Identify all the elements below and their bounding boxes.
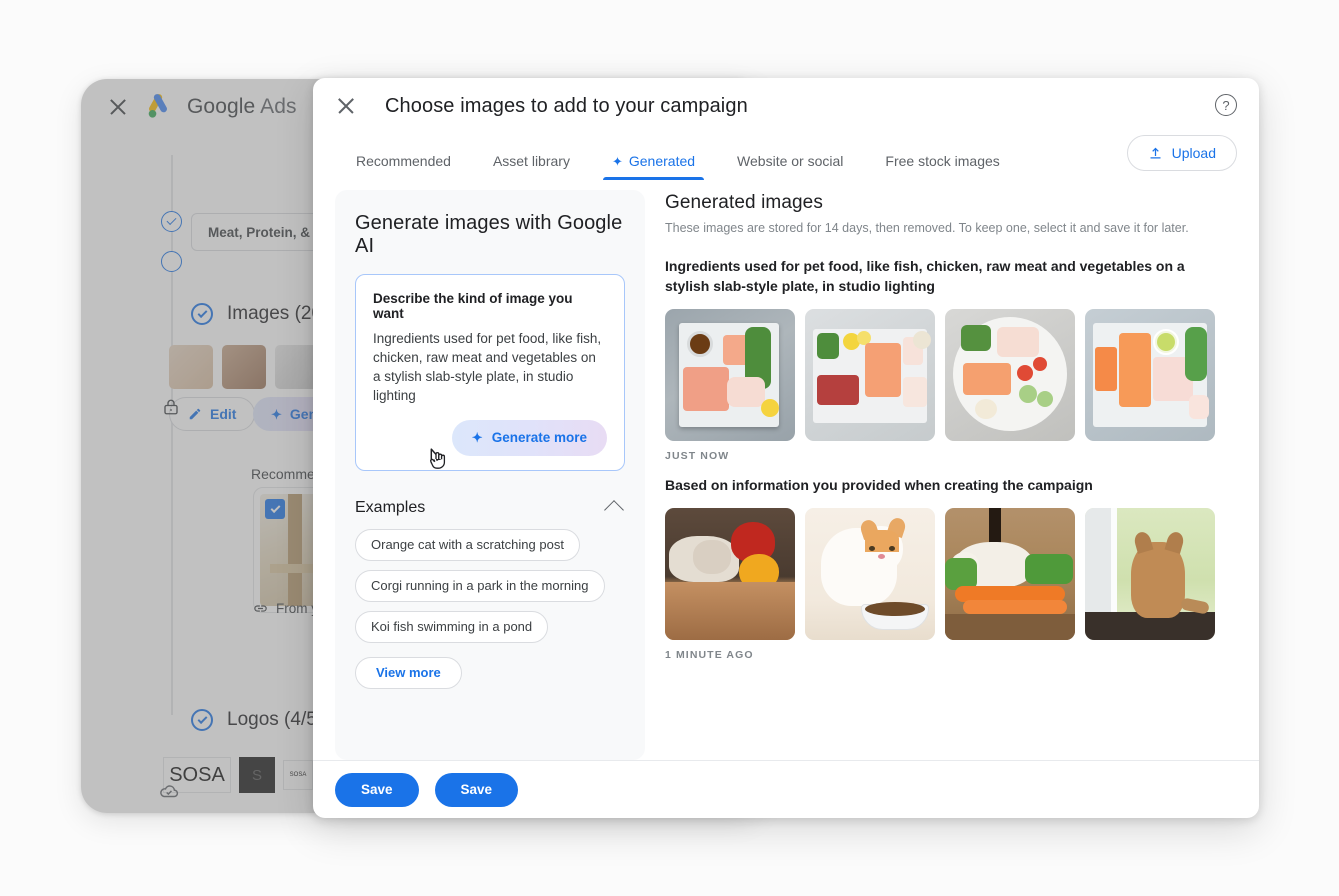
prompt-input[interactable]: Ingredients used for pet food, like fish… (373, 329, 607, 406)
prompt-card[interactable]: Describe the kind of image you want Ingr… (355, 274, 625, 471)
generated-image-4[interactable] (1085, 308, 1215, 441)
link-icon (254, 605, 267, 612)
lock-icon (164, 399, 178, 415)
generated-image-5[interactable] (665, 507, 795, 640)
ads-title: Google Ads (187, 95, 297, 119)
tab-label: Recommended (356, 153, 451, 169)
generate-panel: Generate images with Google AI Describe … (335, 190, 645, 760)
tab-label: Website or social (737, 153, 844, 169)
close-icon[interactable] (107, 96, 129, 118)
example-chip-2[interactable]: Corgi running in a park in the morning (355, 569, 605, 602)
generated-image-3[interactable] (945, 308, 1075, 441)
logo-item[interactable]: SOSA (283, 760, 313, 790)
logo-item-text: SOSA (289, 772, 307, 778)
sparkle-icon: ✦ (271, 406, 282, 422)
generated-image-row-2 (665, 507, 1237, 640)
examples-header: Examples (355, 498, 625, 520)
prompt-label: Describe the kind of image you want (373, 291, 573, 321)
tab-recommended[interactable]: Recommended (335, 153, 472, 180)
save-button-primary[interactable]: Save (335, 772, 419, 807)
choose-images-dialog: Choose images to add to your campaign ? … (313, 78, 1259, 818)
tab-free-stock-images[interactable]: Free stock images (864, 153, 1020, 180)
tab-label: Asset library (492, 153, 570, 169)
generated-image-1[interactable] (665, 308, 795, 441)
tab-generated[interactable]: ✦ Generated (591, 153, 716, 180)
tab-website-or-social[interactable]: Website or social (716, 153, 864, 180)
example-chip-3[interactable]: Koi fish swimming in a pond (355, 610, 549, 643)
view-more-label: View more (376, 665, 441, 681)
ads-title-bold: Google (187, 95, 256, 118)
sparkle-icon: ✦ (611, 153, 623, 169)
check-circle-icon (191, 709, 213, 731)
logos-section-label: Logos (4/5) (227, 709, 324, 730)
generated-images-panel: Generated images These images are stored… (665, 190, 1237, 760)
example-chip-label: Koi fish swimming in a pond (371, 619, 533, 635)
check-circle-icon (191, 303, 213, 325)
examples-list: Orange cat with a scratching post Corgi … (355, 528, 625, 698)
example-chip-label: Corgi running in a park in the morning (371, 578, 589, 594)
dialog-title: Choose images to add to your campaign (385, 94, 748, 117)
close-icon[interactable] (335, 95, 357, 117)
example-chip-1[interactable]: Orange cat with a scratching post (355, 528, 580, 561)
mouse-cursor-pointer (430, 448, 446, 469)
group-timestamp-1: JUST NOW (665, 449, 730, 462)
upload-button[interactable]: Upload (1126, 135, 1237, 171)
generated-images-subtitle: These images are stored for 14 days, the… (665, 221, 1189, 235)
logos-section-header: Logos (4/5) (191, 709, 323, 731)
screen: Google Ads Meat, Protein, & Vita Images … (0, 0, 1339, 896)
generated-image-2[interactable] (805, 308, 935, 441)
generate-more-label: Generate more (491, 430, 587, 446)
help-circle-icon[interactable]: ? (1215, 94, 1237, 116)
generated-image-row-1 (665, 308, 1237, 441)
group-heading-1: Ingredients used for pet food, like fish… (665, 258, 1185, 294)
generated-images-title: Generated images (665, 192, 823, 213)
group-heading-2: Based on information you provided when c… (665, 476, 1093, 493)
generate-more-row: ✦ Generate more (373, 419, 607, 469)
dialog-body: Generate images with Google AI Describe … (313, 180, 1259, 760)
dialog-header: Choose images to add to your campaign ? (313, 78, 1259, 134)
chevron-up-icon[interactable] (604, 499, 624, 520)
logo-item-text: S (251, 766, 262, 784)
dialog-footer: Save Save (313, 760, 1259, 818)
generated-image-7[interactable] (945, 507, 1075, 640)
generate-more-button[interactable]: ✦ Generate more (451, 419, 607, 456)
generate-panel-title: Generate images with Google AI (355, 212, 623, 257)
example-chip-label: Orange cat with a scratching post (371, 537, 564, 553)
edit-button[interactable]: Edit (169, 397, 256, 431)
generated-image-8[interactable] (1085, 507, 1215, 640)
upload-button-label: Upload (1171, 145, 1216, 161)
examples-title: Examples (355, 498, 426, 516)
view-more-button[interactable]: View more (355, 656, 462, 689)
generated-image-6[interactable] (805, 507, 935, 640)
list-item[interactable] (222, 345, 266, 389)
dialog-tabs: Recommended Asset library ✦ Generated We… (313, 134, 1259, 180)
step-dot-empty[interactable] (161, 251, 182, 272)
ads-title-light: Ads (260, 95, 297, 118)
sparkle-icon: ✦ (471, 430, 483, 446)
step-rail (171, 155, 173, 715)
image-selected-checkbox[interactable] (265, 499, 285, 519)
upload-icon (1150, 147, 1161, 158)
google-ads-logo (148, 94, 167, 118)
list-item[interactable] (169, 345, 213, 389)
save-button-secondary[interactable]: Save (434, 772, 519, 807)
tab-asset-library[interactable]: Asset library (472, 153, 591, 180)
group-timestamp-2: 1 MINUTE AGO (665, 648, 754, 661)
logo-item[interactable]: S (239, 757, 275, 793)
pencil-icon (189, 408, 201, 420)
edit-button-label: Edit (210, 406, 237, 422)
cloud-done-icon (160, 785, 179, 798)
tab-label: Generated (628, 153, 696, 169)
step-dot-complete[interactable] (161, 211, 182, 232)
tab-label: Free stock images (885, 153, 1000, 169)
